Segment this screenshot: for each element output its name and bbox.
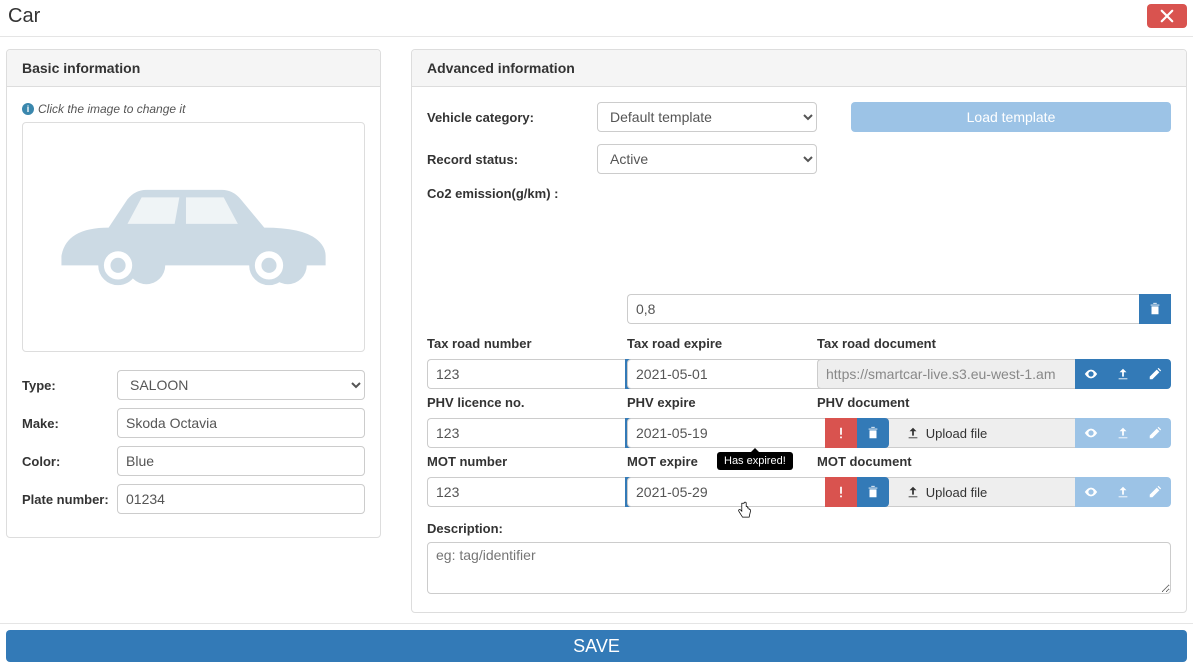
record-status-label: Record status: — [427, 152, 563, 167]
close-button[interactable] — [1147, 4, 1187, 28]
tax-doc-head: Tax road document — [817, 336, 1171, 351]
color-label: Color: — [22, 454, 117, 469]
modal-footer: SAVE — [0, 623, 1193, 668]
edit-icon — [1148, 367, 1162, 381]
mot-number-head: MOT number — [427, 454, 617, 469]
trash-icon — [1148, 302, 1162, 316]
phv-expire-warning-button[interactable] — [825, 418, 857, 448]
mot-expire-warning-button[interactable] — [825, 477, 857, 507]
plate-input[interactable] — [117, 484, 365, 514]
upload-icon — [906, 485, 920, 499]
upload-label: Upload file — [926, 426, 987, 441]
exclamation-icon — [834, 426, 848, 440]
exclamation-icon — [834, 485, 848, 499]
phv-doc-head: PHV document — [817, 395, 1171, 410]
basic-info-heading: Basic information — [7, 50, 380, 87]
type-select[interactable]: SALOON — [117, 370, 365, 400]
tax-expire-input[interactable] — [627, 359, 825, 389]
eye-icon — [1084, 485, 1098, 499]
close-icon — [1160, 9, 1174, 23]
mot-doc-head: MOT document — [817, 454, 1171, 469]
mot-expire-clear-button[interactable] — [857, 477, 889, 507]
phv-number-head: PHV licence no. — [427, 395, 617, 410]
mot-expire-input[interactable] — [627, 477, 825, 507]
save-label: SAVE — [573, 636, 620, 656]
advanced-info-heading: Advanced information — [412, 50, 1186, 87]
upload-icon — [1116, 485, 1130, 499]
plate-label: Plate number: — [22, 492, 117, 507]
vehicle-category-label: Vehicle category: — [427, 110, 563, 125]
description-textarea[interactable] — [427, 542, 1171, 594]
tax-doc-upload-button[interactable] — [1107, 359, 1139, 389]
car-placeholder-icon — [52, 171, 335, 303]
mot-doc-view-button[interactable] — [1075, 477, 1107, 507]
upload-icon — [1116, 426, 1130, 440]
make-label: Make: — [22, 416, 117, 431]
vehicle-image[interactable] — [22, 122, 365, 352]
phv-expire-input[interactable] — [627, 418, 825, 448]
eye-icon — [1084, 367, 1098, 381]
upload-icon — [906, 426, 920, 440]
advanced-info-panel: Advanced information Vehicle category: D… — [411, 49, 1187, 613]
load-template-button[interactable]: Load template — [851, 102, 1171, 132]
mot-doc-upload-button[interactable] — [1107, 477, 1139, 507]
modal-body: Basic information i Click the image to c… — [0, 37, 1193, 623]
co2-input[interactable] — [627, 294, 1139, 324]
mot-number-input[interactable] — [427, 477, 625, 507]
co2-clear-button[interactable] — [1139, 294, 1171, 324]
expired-tooltip: Has expired! — [717, 452, 793, 470]
eye-icon — [1084, 426, 1098, 440]
co2-label: Co2 emission(g/km) : — [427, 186, 558, 322]
phv-doc-upload-button[interactable] — [1107, 418, 1139, 448]
trash-icon — [866, 485, 880, 499]
make-input[interactable] — [117, 408, 365, 438]
phv-expire-head: PHV expire — [627, 395, 807, 410]
mot-doc-edit-button[interactable] — [1139, 477, 1171, 507]
info-icon: i — [22, 103, 34, 115]
image-change-hint: i Click the image to change it — [22, 102, 365, 116]
upload-label: Upload file — [926, 485, 987, 500]
type-label: Type: — [22, 378, 117, 393]
documents-grid: Tax road number Tax road expire Tax road… — [427, 336, 1171, 507]
tax-doc-edit-button[interactable] — [1139, 359, 1171, 389]
edit-icon — [1148, 485, 1162, 499]
save-button[interactable]: SAVE — [6, 630, 1187, 662]
hint-text: Click the image to change it — [38, 102, 185, 116]
vehicle-category-select[interactable]: Default template — [597, 102, 817, 132]
modal-header: Car — [0, 0, 1193, 37]
tax-number-head: Tax road number — [427, 336, 617, 351]
phv-expire-clear-button[interactable] — [857, 418, 889, 448]
description-label: Description: — [427, 521, 1171, 536]
edit-icon — [1148, 426, 1162, 440]
tax-doc-view-button[interactable] — [1075, 359, 1107, 389]
tax-expire-head: Tax road expire — [627, 336, 807, 351]
basic-info-panel: Basic information i Click the image to c… — [6, 49, 381, 538]
phv-number-input[interactable] — [427, 418, 625, 448]
record-status-select[interactable]: Active — [597, 144, 817, 174]
modal-title: Car — [8, 5, 40, 28]
color-input[interactable] — [117, 446, 365, 476]
trash-icon — [866, 426, 880, 440]
phv-doc-edit-button[interactable] — [1139, 418, 1171, 448]
phv-doc-view-button[interactable] — [1075, 418, 1107, 448]
tax-doc-input[interactable] — [817, 359, 1075, 389]
tax-number-input[interactable] — [427, 359, 625, 389]
upload-icon — [1116, 367, 1130, 381]
load-template-label: Load template — [967, 109, 1056, 125]
